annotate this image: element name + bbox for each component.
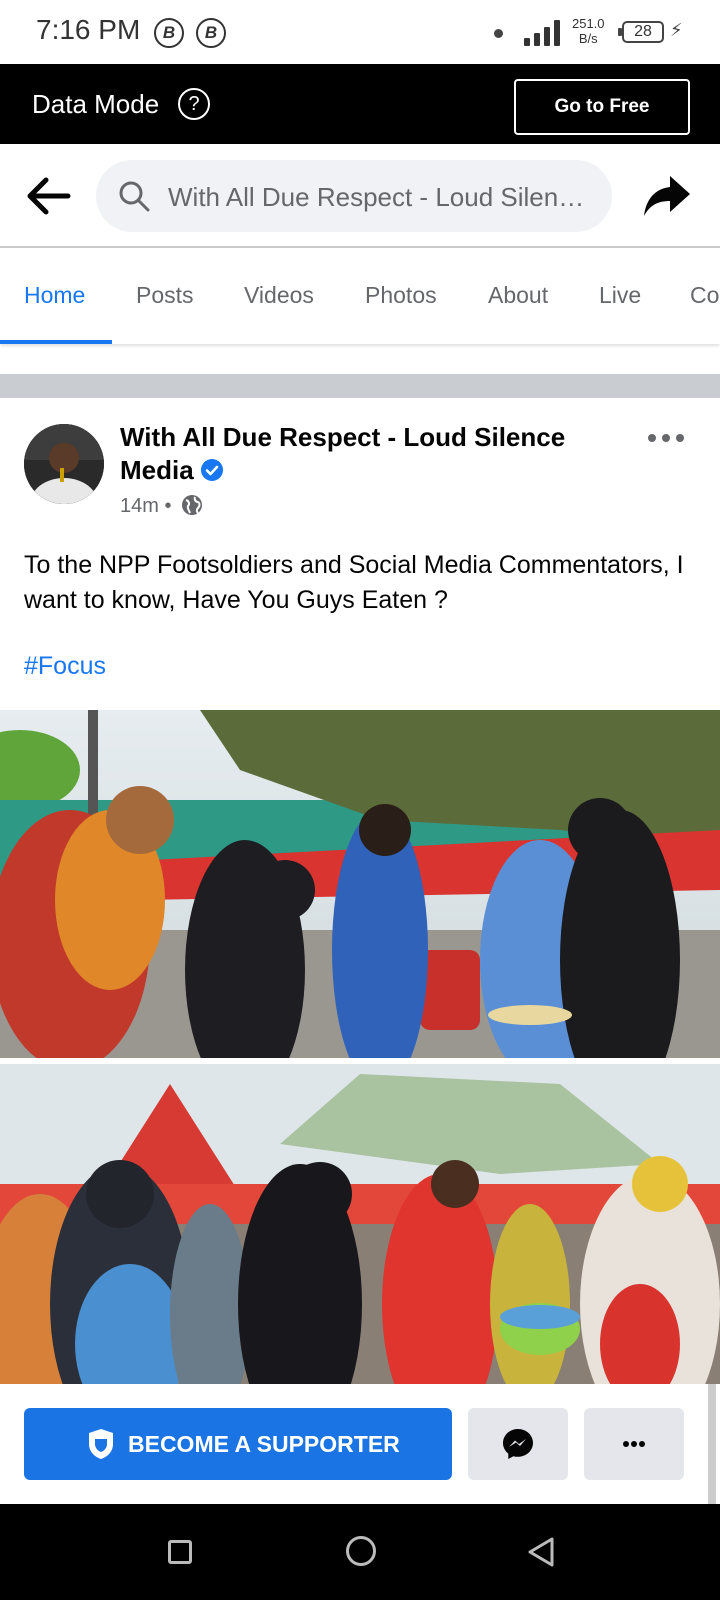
- tab-live[interactable]: Live: [599, 282, 641, 309]
- tab-community[interactable]: Co: [690, 282, 719, 309]
- system-nav-bar: [0, 1504, 720, 1600]
- battery-icon: 28: [618, 21, 664, 43]
- data-mode-label: Data Mode: [32, 89, 160, 119]
- home-icon[interactable]: [346, 1536, 376, 1566]
- notification-b-icon: B: [196, 18, 226, 48]
- section-divider: [0, 374, 720, 398]
- page-action-bar: BECOME A SUPPORTER: [0, 1384, 720, 1504]
- globe-icon: [182, 495, 203, 515]
- become-supporter-label: BECOME A SUPPORTER: [128, 1431, 400, 1457]
- recent-apps-icon[interactable]: [168, 1540, 192, 1564]
- avatar[interactable]: [24, 424, 104, 504]
- tab-posts[interactable]: Posts: [136, 282, 194, 309]
- tab-photos[interactable]: Photos: [365, 282, 437, 309]
- share-icon[interactable]: [642, 172, 692, 220]
- status-bar: 7:16 PM B B 251.0 B/s 28 ⚡: [0, 0, 720, 64]
- verified-icon: [200, 459, 223, 481]
- tab-home[interactable]: Home: [24, 282, 85, 309]
- search-input[interactable]: With All Due Respect - Loud Silence Medi…: [96, 160, 612, 232]
- active-tab-indicator: [0, 340, 112, 344]
- status-dot-icon: [494, 29, 503, 38]
- post-meta: 14m •: [120, 494, 203, 518]
- more-actions-button[interactable]: [584, 1408, 684, 1480]
- shield-icon: [89, 1429, 113, 1459]
- network-speed: 251.0 B/s: [572, 16, 605, 46]
- back-arrow-icon[interactable]: [24, 174, 72, 218]
- go-to-free-button[interactable]: Go to Free: [514, 79, 690, 135]
- hashtag-link[interactable]: #Focus: [24, 652, 106, 681]
- data-mode-bar: Data Mode ? Go to Free: [0, 64, 720, 144]
- search-query: With All Due Respect - Loud Silence Medi…: [168, 182, 588, 212]
- post-photo[interactable]: [0, 710, 720, 1058]
- tab-videos[interactable]: Videos: [244, 282, 314, 309]
- post-photo[interactable]: [0, 1064, 720, 1384]
- status-time: 7:16 PM: [36, 14, 141, 45]
- messenger-button[interactable]: [468, 1408, 568, 1480]
- search-icon: [119, 181, 150, 212]
- back-nav-icon[interactable]: [526, 1536, 556, 1568]
- more-dots-icon[interactable]: [646, 428, 686, 448]
- post-text: To the NPP Footsoldiers and Social Media…: [24, 551, 684, 614]
- search-header: With All Due Respect - Loud Silence Medi…: [0, 144, 720, 248]
- post-time[interactable]: 14m: [120, 495, 159, 517]
- signal-icon: [524, 20, 560, 46]
- scrollbar[interactable]: [708, 1384, 716, 1504]
- meta-separator: •: [164, 495, 172, 517]
- post-author[interactable]: With All Due Respect - Loud Silence Medi…: [120, 421, 630, 487]
- charging-icon: ⚡: [670, 20, 683, 40]
- page-tabs: Home Posts Videos Photos About Live Co: [0, 248, 720, 344]
- messenger-icon: [503, 1429, 533, 1459]
- notification-b-icon: B: [154, 18, 184, 48]
- tab-about[interactable]: About: [488, 282, 548, 309]
- more-dots-icon: [623, 1441, 645, 1447]
- become-supporter-button[interactable]: BECOME A SUPPORTER: [24, 1408, 452, 1480]
- help-icon[interactable]: ?: [178, 88, 210, 120]
